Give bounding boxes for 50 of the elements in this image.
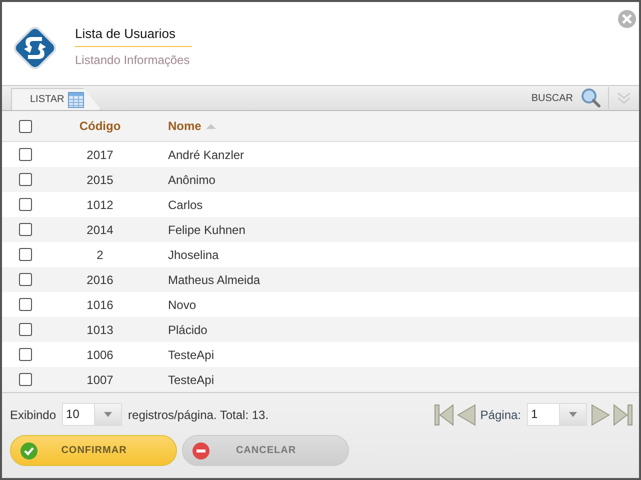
checkbox[interactable] xyxy=(18,248,32,261)
checkbox[interactable] xyxy=(18,148,32,161)
table-cell: Felipe Kuhnen xyxy=(168,222,246,236)
checkbox[interactable] xyxy=(18,173,32,186)
records-total-text: registros/página. Total: 13. xyxy=(128,408,269,422)
table-cell: Novo xyxy=(168,298,196,312)
cancel-button[interactable]: CANCELAR xyxy=(182,435,349,466)
showing-label: Exibindo xyxy=(10,408,56,422)
search-icon[interactable] xyxy=(581,88,601,108)
dialog-subtitle: Listando Informações xyxy=(75,53,191,67)
caret-icon xyxy=(569,412,577,417)
caret-icon xyxy=(104,412,112,417)
table-cell: 1013 xyxy=(86,322,114,336)
table-cell: 2017 xyxy=(86,148,114,162)
page-select[interactable]: 1 xyxy=(527,403,587,426)
table-cell: 1007 xyxy=(86,372,114,386)
page-label: Página: xyxy=(480,408,521,422)
checkbox[interactable] xyxy=(18,273,32,286)
check-icon xyxy=(20,442,38,460)
table-cell: Jhoselina xyxy=(168,248,219,262)
table-cell: 1012 xyxy=(86,198,114,212)
column-header[interactable]: Nome xyxy=(168,119,202,133)
table-cell: TesteApi xyxy=(168,372,214,386)
checkbox[interactable] xyxy=(18,323,32,336)
table-cell: 2016 xyxy=(86,272,114,286)
table-cell: 2015 xyxy=(86,172,114,186)
minus-icon xyxy=(192,442,210,460)
tab[interactable]: LISTAR xyxy=(11,88,102,110)
checkbox[interactable] xyxy=(18,120,32,132)
search-label: BUSCAR xyxy=(531,92,573,104)
table-cell: Carlos xyxy=(168,198,203,212)
table-cell: Matheus Almeida xyxy=(168,272,260,286)
table-cell: 2014 xyxy=(86,222,114,236)
dialog-title: Lista de Usuarios xyxy=(75,26,192,47)
checkbox[interactable] xyxy=(18,373,32,386)
table-cell: André Kanzler xyxy=(168,148,244,162)
table-cell: 2 xyxy=(96,248,104,262)
checkbox[interactable] xyxy=(18,198,32,211)
confirm-button[interactable]: CONFIRMAR xyxy=(10,435,177,466)
page-size-select[interactable]: 10 xyxy=(62,403,122,426)
checkbox[interactable] xyxy=(18,223,32,236)
table-cell: 1016 xyxy=(86,298,114,312)
checkbox[interactable] xyxy=(18,348,32,361)
table-cell: Plácido xyxy=(168,322,208,336)
table-cell: TesteApi xyxy=(168,348,214,362)
column-header[interactable]: Código xyxy=(79,119,121,133)
table-cell: Anônimo xyxy=(168,172,216,186)
checkbox[interactable] xyxy=(18,298,32,311)
table-icon xyxy=(68,92,84,108)
table-cell: 1006 xyxy=(86,348,114,362)
